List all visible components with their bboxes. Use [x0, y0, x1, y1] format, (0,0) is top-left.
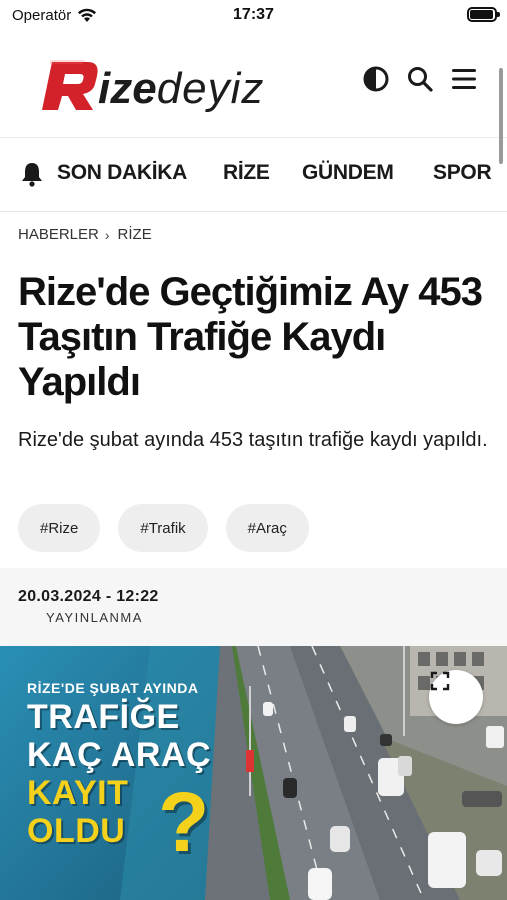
- article-hero-image[interactable]: RİZE'DE ŞUBAT AYINDA TRAFİĞE KAÇ ARAÇ KA…: [0, 646, 507, 900]
- expand-icon: [430, 671, 450, 691]
- article-summary: Rize'de şubat ayında 453 taşıtın trafiğe…: [18, 429, 488, 451]
- tag-trafik[interactable]: #Trafik: [118, 504, 208, 552]
- tag-rize[interactable]: #Rize: [18, 504, 101, 552]
- tag-list: #Rize #Trafik #Araç: [18, 504, 309, 552]
- hero-question-mark: ?: [158, 775, 210, 869]
- logo-wordmark: izedeyiz: [98, 67, 264, 111]
- publish-label: YAYINLANMA: [46, 610, 143, 625]
- breadcrumb-item-rize[interactable]: RİZE: [118, 226, 152, 243]
- nav-item-spor[interactable]: SPOR: [433, 161, 492, 185]
- chevron-right-icon: ›: [104, 226, 110, 243]
- hero-subtitle: RİZE'DE ŞUBAT AYINDA: [27, 680, 199, 696]
- tag-arac[interactable]: #Araç: [225, 504, 309, 552]
- expand-button[interactable]: [429, 670, 483, 724]
- category-nav: SON DAKİKA RİZE GÜNDEM SPOR: [0, 139, 507, 212]
- breadcrumb: HABERLER › RİZE: [18, 226, 152, 243]
- nav-item-gundem[interactable]: GÜNDEM: [302, 161, 394, 185]
- menu-icon[interactable]: [449, 64, 479, 94]
- hero-line-2: KAÇ ARAÇ: [27, 736, 212, 774]
- status-bar: Operatör 17:37: [0, 0, 507, 32]
- contrast-icon[interactable]: [361, 64, 391, 94]
- bell-icon[interactable]: [20, 161, 44, 187]
- publish-info: 20.03.2024 - 12:22 YAYINLANMA: [0, 568, 507, 646]
- nav-item-rize[interactable]: RİZE: [223, 161, 270, 185]
- site-logo[interactable]: izedeyiz: [38, 50, 264, 120]
- breadcrumb-item-haberler[interactable]: HABERLER: [18, 226, 99, 243]
- logo-light-part: deyiz: [156, 64, 265, 113]
- article-title: Rize'de Geçtiğimiz Ay 453 Taşıtın Trafiğ…: [18, 270, 483, 404]
- nav-item-son-dakika[interactable]: SON DAKİKA: [57, 161, 187, 185]
- header-actions: [361, 64, 479, 94]
- publish-date: 20.03.2024 - 12:22: [18, 588, 159, 605]
- search-icon[interactable]: [405, 64, 435, 94]
- logo-bold-part: ize: [98, 64, 157, 113]
- clock: 17:37: [233, 6, 274, 23]
- hero-line-1: TRAFİĞE: [27, 698, 180, 736]
- site-header: izedeyiz: [0, 32, 507, 164]
- logo-r-mark: [38, 56, 100, 114]
- battery-icon: [467, 7, 500, 22]
